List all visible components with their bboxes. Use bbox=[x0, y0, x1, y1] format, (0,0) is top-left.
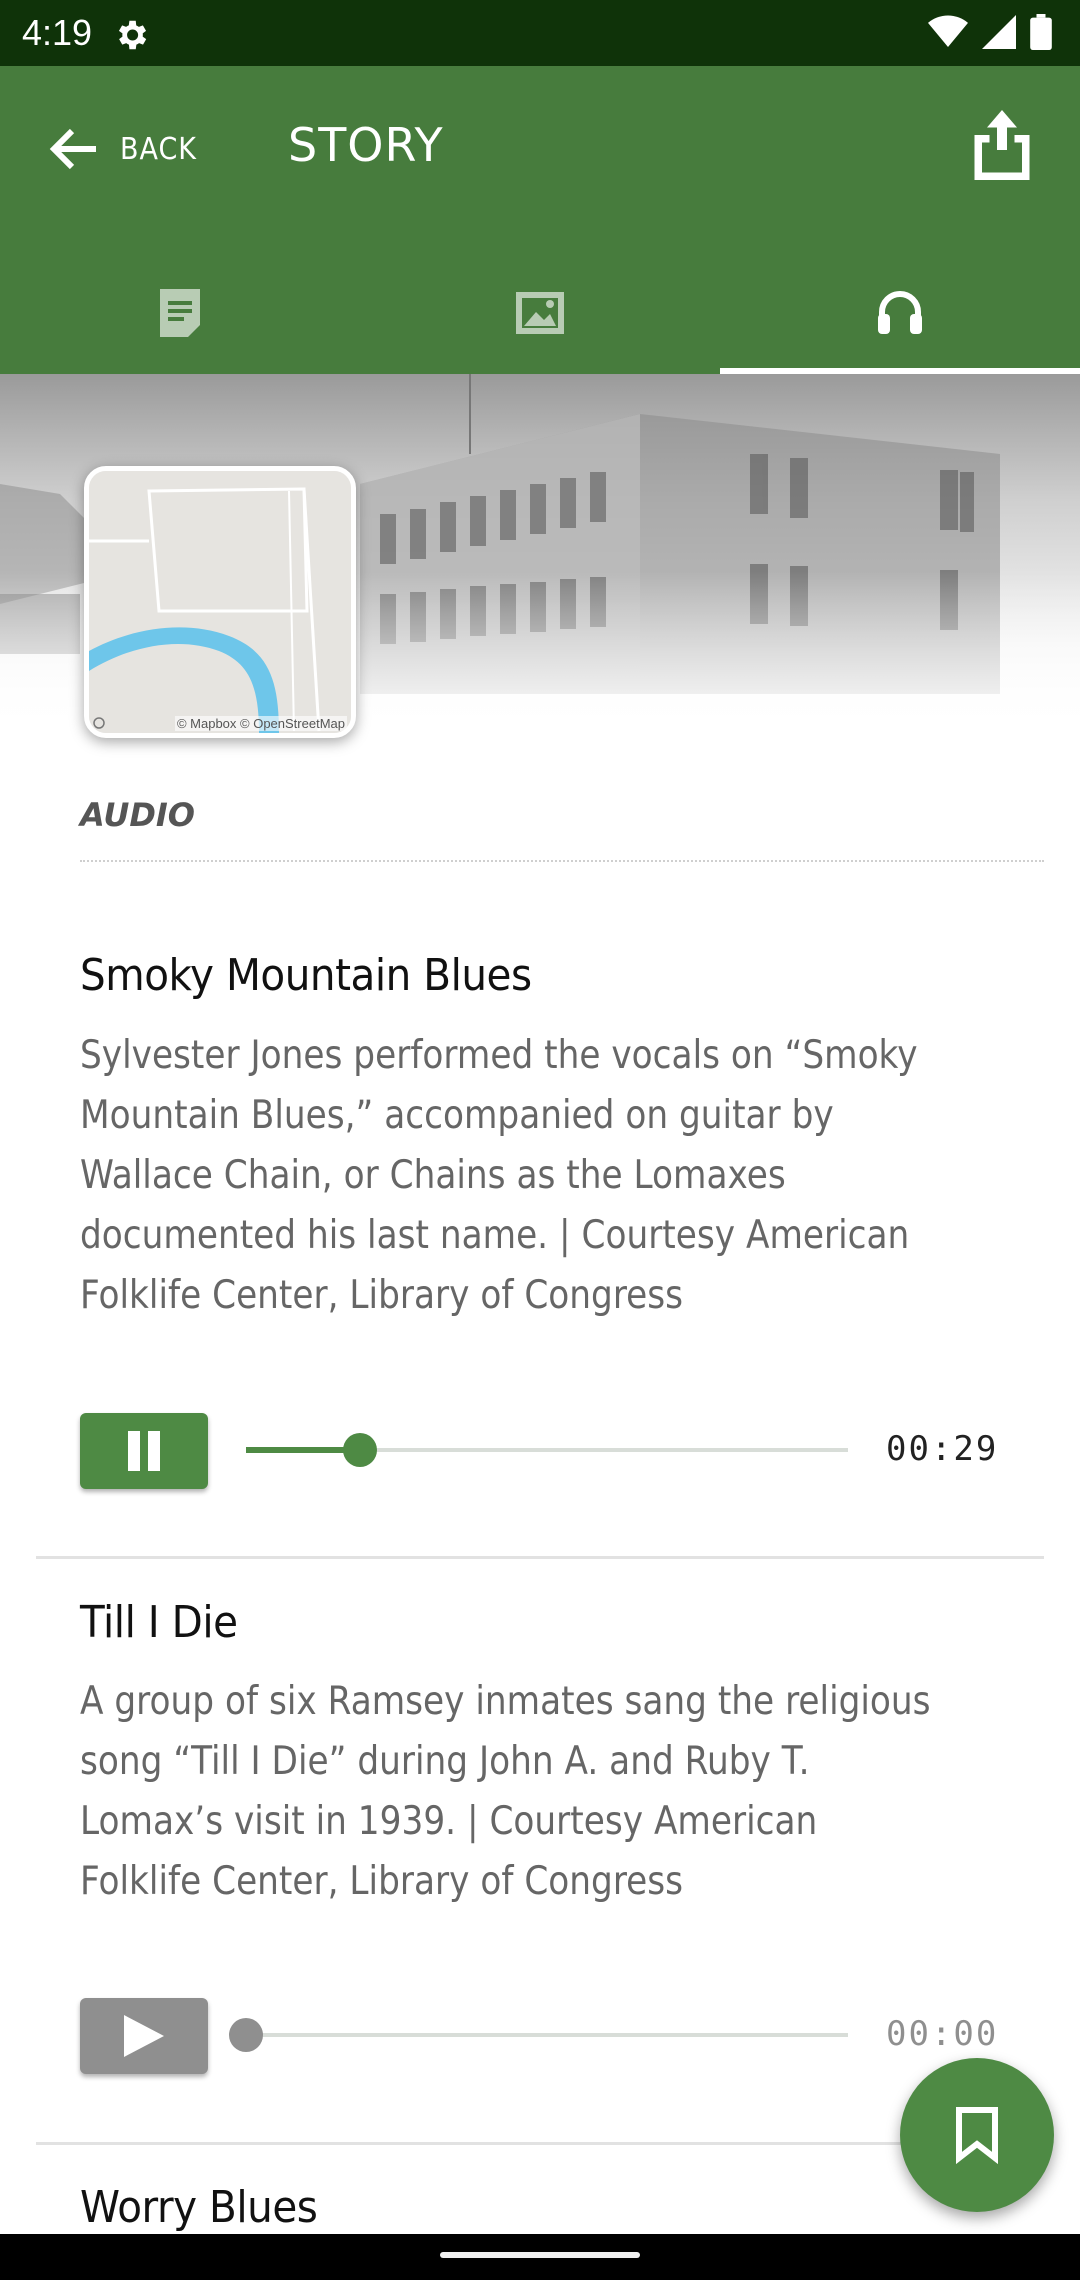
app-bar: BACK STORY bbox=[0, 66, 1080, 374]
play-icon bbox=[124, 2015, 164, 2057]
pause-icon bbox=[128, 1431, 160, 1471]
back-button[interactable]: BACK bbox=[48, 114, 197, 184]
progress-thumb[interactable] bbox=[343, 1433, 378, 1467]
document-icon bbox=[160, 289, 200, 337]
elapsed-time: 00:00 bbox=[886, 2014, 999, 2054]
headphones-icon bbox=[878, 291, 922, 334]
progress-thumb[interactable] bbox=[229, 2018, 263, 2052]
bookmark-button[interactable] bbox=[900, 2058, 1054, 2212]
image-icon bbox=[516, 292, 564, 334]
section-divider bbox=[80, 860, 1044, 862]
tab-bar bbox=[0, 252, 1080, 374]
settings-gear-icon bbox=[118, 20, 147, 50]
progress-slider[interactable] bbox=[229, 2018, 848, 2052]
play-button[interactable] bbox=[80, 1998, 208, 2074]
track-description: Sylvester Jones performed the vocals on … bbox=[80, 1033, 918, 1318]
tab-audio[interactable] bbox=[720, 252, 1080, 374]
tab-images[interactable] bbox=[360, 252, 720, 374]
status-icons bbox=[928, 14, 1052, 50]
track-title: Smoky Mountain Blues bbox=[80, 950, 532, 1001]
status-time: 4:19 bbox=[22, 12, 93, 53]
tab-story-text[interactable] bbox=[0, 252, 360, 374]
wifi-icon bbox=[928, 15, 968, 47]
section-label-audio: AUDIO bbox=[80, 796, 195, 834]
progress-slider[interactable] bbox=[246, 1433, 848, 1467]
map-thumbnail[interactable]: © Mapbox © OpenStreetMap bbox=[84, 466, 356, 738]
cell-signal-icon bbox=[982, 15, 1016, 49]
track-description: A group of six Ramsey inmates sang the r… bbox=[80, 1679, 931, 1904]
audio-player: 00:00 bbox=[80, 1998, 1040, 2074]
audio-player: 00:29 bbox=[80, 1413, 1040, 1489]
back-label: BACK bbox=[120, 131, 197, 167]
track-divider bbox=[36, 2142, 1044, 2145]
page-title: STORY bbox=[288, 118, 444, 172]
home-gesture-handle[interactable] bbox=[440, 2252, 640, 2258]
arrow-left-icon bbox=[49, 128, 96, 170]
track-title: Till I Die bbox=[80, 1597, 238, 1648]
elapsed-time: 00:29 bbox=[886, 1429, 999, 1469]
map-attribution: © Mapbox © OpenStreetMap bbox=[174, 716, 347, 731]
track-divider bbox=[36, 1556, 1044, 1559]
bookmark-icon bbox=[956, 2107, 998, 2164]
battery-icon bbox=[1030, 14, 1052, 50]
system-nav-bar bbox=[0, 2234, 1080, 2280]
pause-button[interactable] bbox=[80, 1413, 208, 1489]
track-title: Worry Blues bbox=[80, 2182, 318, 2233]
share-icon[interactable] bbox=[972, 110, 1032, 180]
status-bar: 4:19 bbox=[0, 0, 1080, 66]
